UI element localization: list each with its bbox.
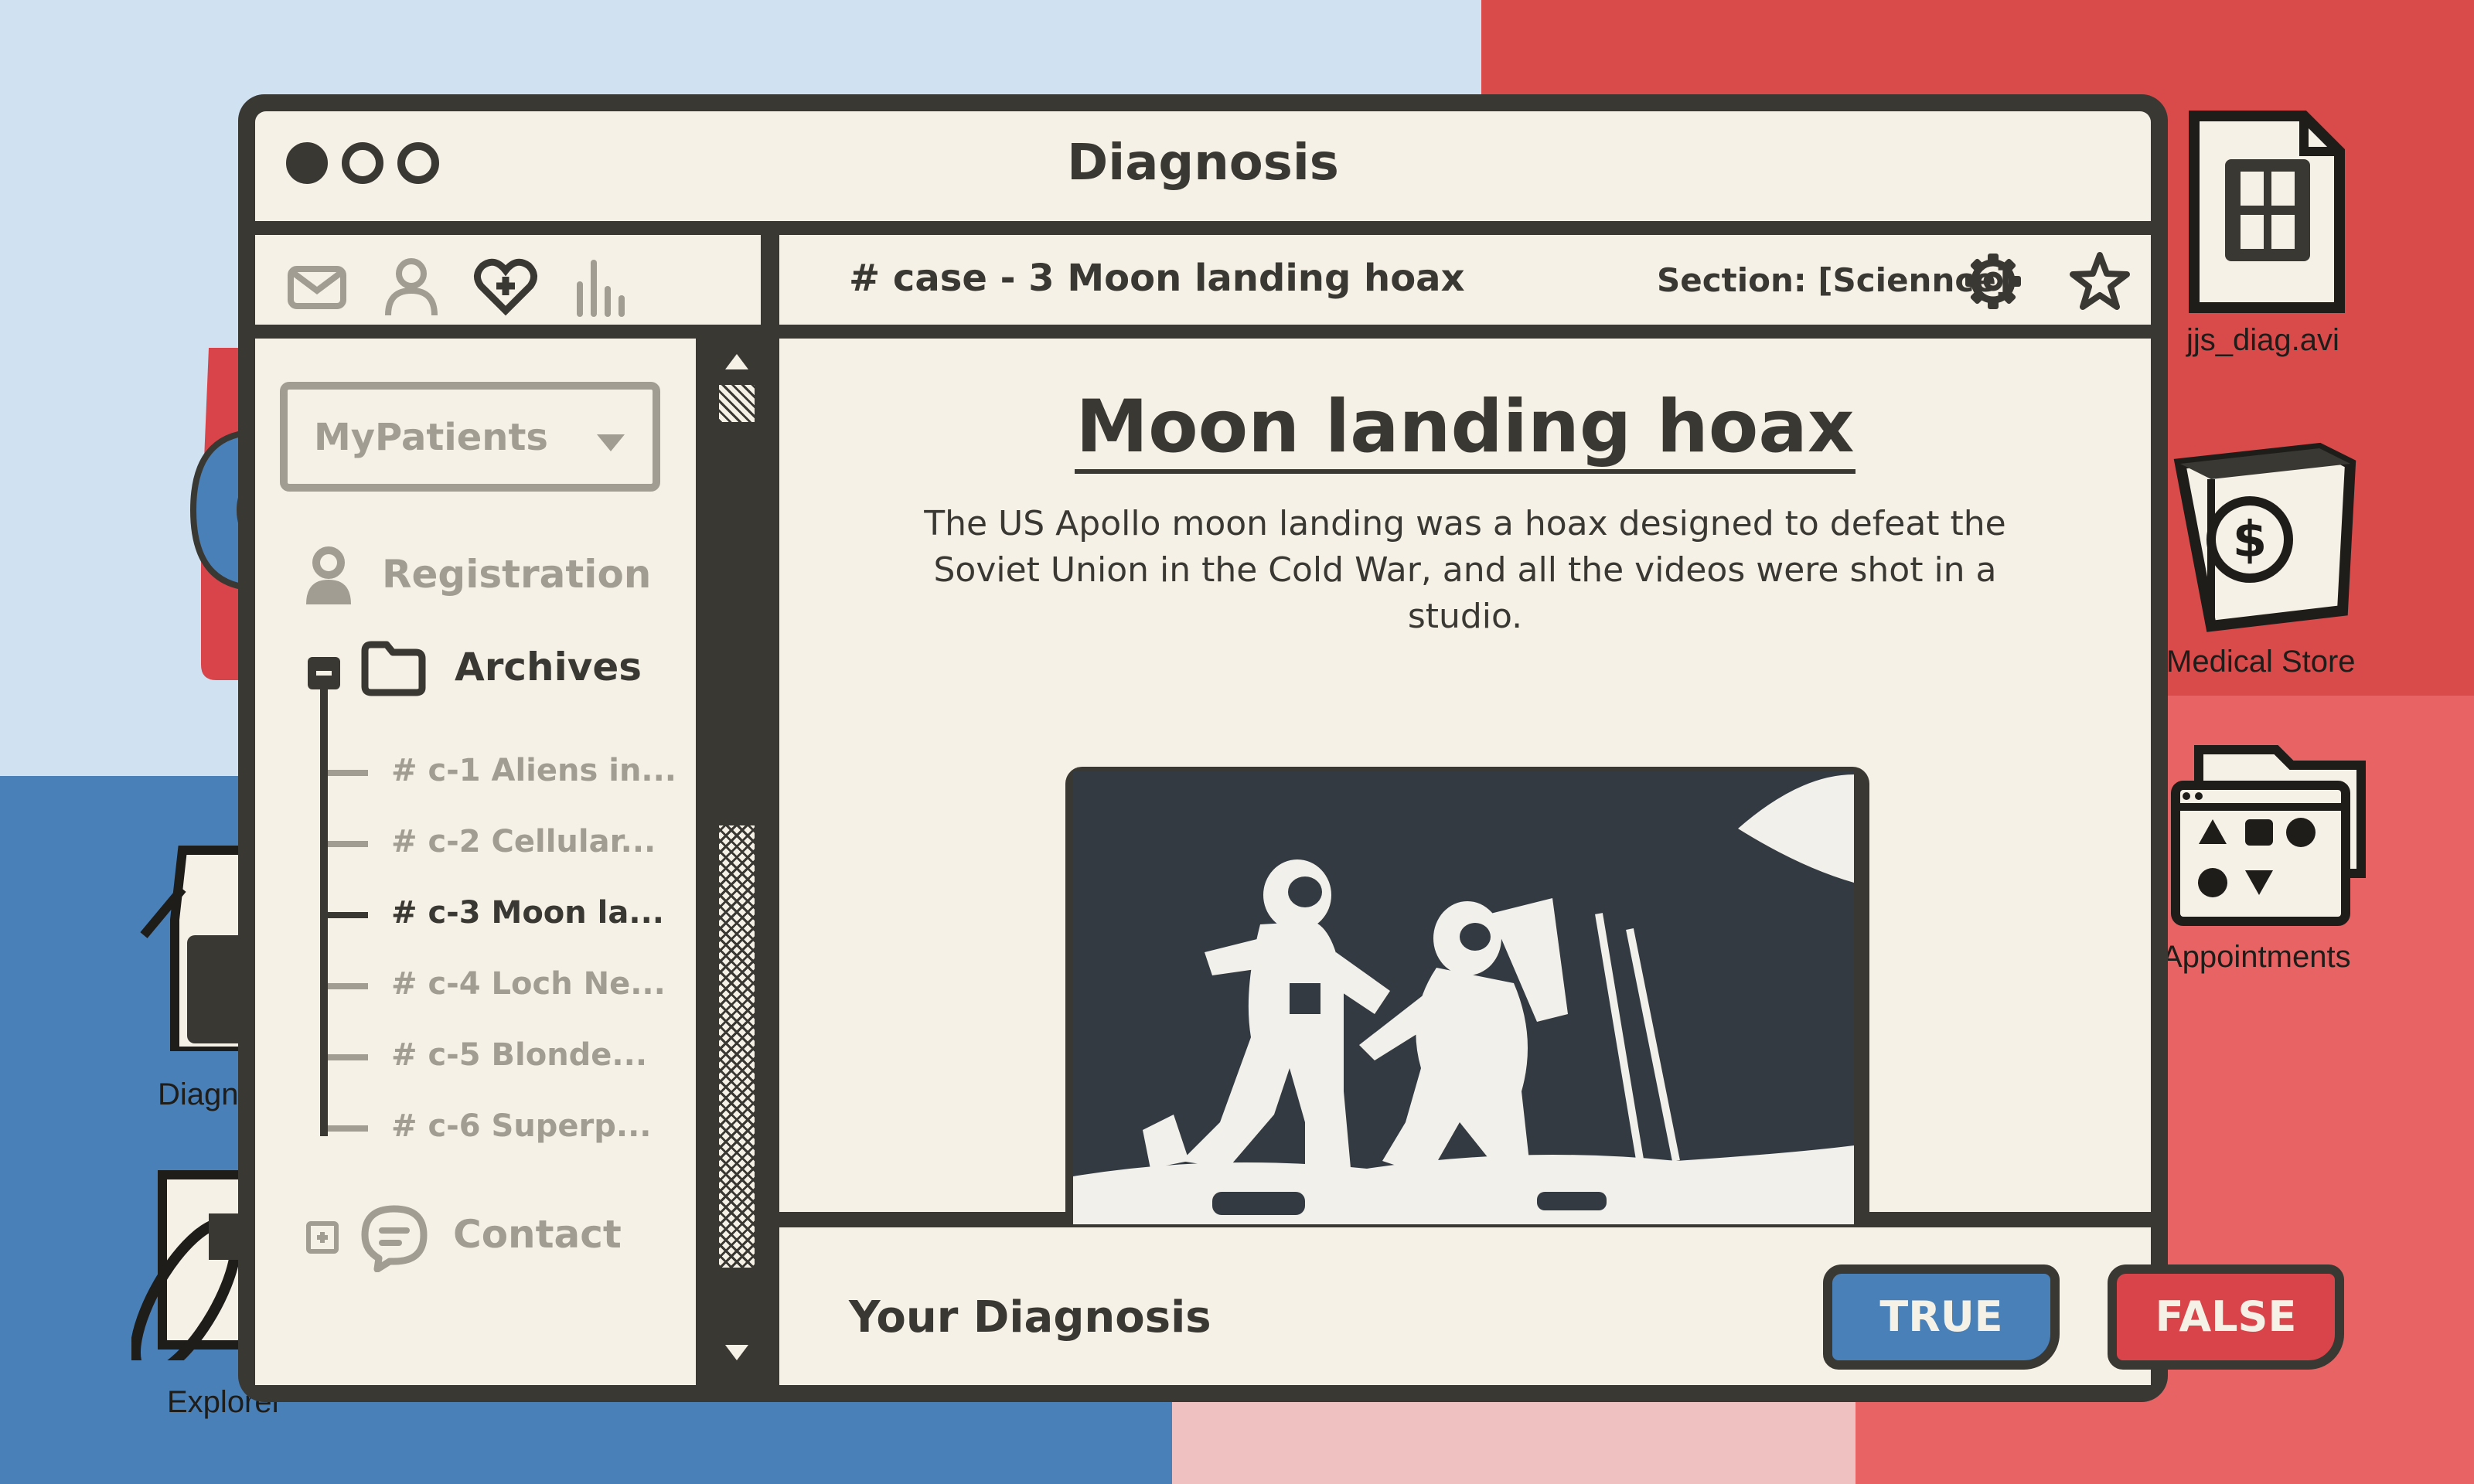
section-label: Section: [Sciennce] bbox=[1657, 261, 2011, 299]
archives-collapse-toggle[interactable] bbox=[308, 657, 340, 689]
store-icon[interactable]: $ bbox=[2165, 417, 2366, 634]
desktop-label-diagnosis[interactable]: Diagn bbox=[158, 1077, 239, 1112]
mail-icon[interactable] bbox=[285, 254, 349, 318]
sidebar-item-archives[interactable]: Archives bbox=[455, 645, 642, 689]
patients-dropdown-value: MyPatients bbox=[314, 416, 548, 459]
title-bar[interactable]: Diagnosis bbox=[255, 111, 2151, 221]
scroll-track-top[interactable] bbox=[719, 385, 755, 422]
tree-branch bbox=[328, 983, 368, 989]
appointments-folder-icon[interactable] bbox=[2168, 742, 2369, 928]
case-header: # case - 3 Moon landing hoax Section: [S… bbox=[779, 235, 2151, 325]
chat-bubble-icon[interactable] bbox=[359, 1203, 430, 1272]
scroll-track-bottom[interactable] bbox=[719, 825, 755, 1268]
case-item-c5[interactable]: # c-5 Blonde... bbox=[391, 1037, 647, 1073]
window-title: Diagnosis bbox=[1067, 134, 1339, 192]
case-item-c6[interactable]: # c-6 Superp... bbox=[391, 1108, 652, 1144]
nav-toolbar bbox=[255, 235, 761, 325]
tree-branch bbox=[328, 770, 368, 776]
user-icon[interactable] bbox=[379, 254, 444, 318]
case-item-c1[interactable]: # c-1 Aliens in... bbox=[391, 753, 676, 788]
your-diagnosis-label: Your Diagnosis bbox=[849, 1292, 1211, 1343]
case-item-c3[interactable]: # c-3 Moon la... bbox=[391, 895, 664, 931]
chevron-down-icon bbox=[597, 434, 625, 451]
diagnosis-app-icon[interactable] bbox=[136, 842, 252, 1051]
heart-plus-icon[interactable] bbox=[473, 254, 538, 318]
stats-icon[interactable] bbox=[569, 254, 634, 318]
case-content: Moon landing hoax The US Apollo moon lan… bbox=[779, 339, 2151, 1241]
minus-icon bbox=[316, 671, 332, 676]
case-item-c4[interactable]: # c-4 Loch Ne... bbox=[391, 966, 666, 1002]
tree-branch bbox=[328, 1125, 368, 1132]
sidebar-item-contact[interactable]: Contact bbox=[453, 1212, 622, 1257]
explorer-icon[interactable] bbox=[131, 1167, 255, 1360]
desktop-label-store[interactable]: Medical Store bbox=[2166, 645, 2356, 679]
article-title: Moon landing hoax bbox=[779, 385, 2151, 474]
folder-icon[interactable] bbox=[360, 640, 427, 697]
article-body: The US Apollo moon landing was a hoax de… bbox=[924, 504, 2006, 636]
sidebar-item-registration[interactable]: Registration bbox=[382, 552, 651, 597]
scroll-up-arrow-icon[interactable] bbox=[722, 351, 751, 373]
plus-icon-vertical bbox=[320, 1232, 325, 1243]
diagnosis-footer: Your Diagnosis TRUE FALSE bbox=[779, 1227, 2344, 1385]
scrollbar[interactable] bbox=[713, 339, 761, 1385]
case-item-c2[interactable]: # c-2 Cellular... bbox=[391, 824, 656, 859]
star-icon[interactable] bbox=[2067, 249, 2132, 314]
tree-line bbox=[320, 688, 328, 1136]
desktop-label-video[interactable]: jjs_diag.avi bbox=[2186, 323, 2339, 358]
patients-dropdown[interactable]: MyPatients bbox=[280, 382, 660, 492]
true-button[interactable]: TRUE bbox=[1823, 1264, 2060, 1370]
scroll-thumb[interactable] bbox=[719, 427, 755, 821]
diagnosis-window: Diagnosis # case - 3 Moon landing hoax S… bbox=[238, 94, 2344, 1402]
moon-landing-photo bbox=[1065, 767, 1869, 1241]
registration-user-icon[interactable] bbox=[302, 546, 356, 608]
tree-branch bbox=[328, 1054, 368, 1060]
gear-icon[interactable] bbox=[1961, 249, 2026, 314]
case-title: # case - 3 Moon landing hoax bbox=[849, 257, 1465, 300]
svg-text:$: $ bbox=[2233, 512, 2268, 569]
tree-branch-active bbox=[328, 912, 368, 918]
desktop-label-appointments[interactable]: Appointments bbox=[2162, 940, 2351, 975]
video-file-icon[interactable] bbox=[2183, 105, 2350, 322]
scroll-down-arrow-icon[interactable] bbox=[722, 1342, 751, 1363]
false-button[interactable]: FALSE bbox=[2108, 1264, 2344, 1370]
contact-expand-toggle[interactable] bbox=[306, 1221, 339, 1254]
tree-branch bbox=[328, 841, 368, 847]
